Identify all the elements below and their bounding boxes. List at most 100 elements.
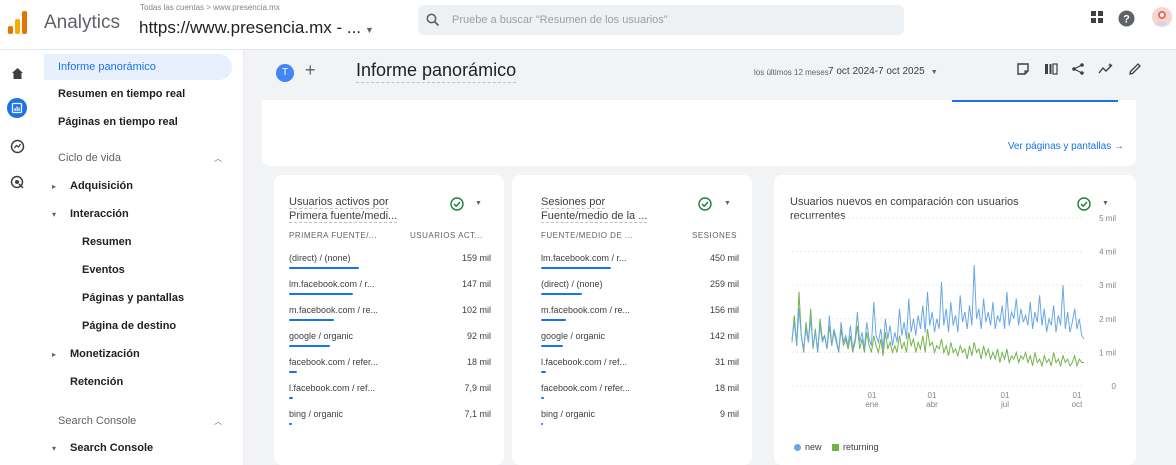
help-icon[interactable]: ? xyxy=(1118,10,1135,32)
table-row[interactable]: google / organic 142 mil xyxy=(541,331,739,357)
row-label: facebook.com / refer... xyxy=(289,357,379,367)
explore-icon[interactable] xyxy=(6,135,28,157)
table-row[interactable]: bing / organic 9 mil xyxy=(541,409,739,435)
reports-icon[interactable] xyxy=(6,97,28,119)
date-range-picker[interactable]: 7 oct 2024-7 oct 2025 ▼ xyxy=(828,66,938,77)
top-bar: Analytics Todas las cuentas > www.presen… xyxy=(0,0,1176,50)
row-share-bar xyxy=(289,423,292,425)
collapse-arrow-icon[interactable]: ▾ xyxy=(52,444,56,453)
row-value: 31 mil xyxy=(714,357,739,367)
analytics-logo-icon[interactable] xyxy=(8,10,30,34)
sidebar-item-resumen[interactable]: Resumen xyxy=(82,236,132,248)
column-header[interactable]: PRIMERA FUENTE/... xyxy=(289,231,377,240)
card-active-users: Usuarios activos por Primera fuente/medi… xyxy=(274,175,504,465)
apps-grid-icon[interactable] xyxy=(1090,10,1104,29)
column-header[interactable]: SESIONES xyxy=(692,231,737,240)
sidebar: Informe panorámico Resumen en tiempo rea… xyxy=(36,50,244,465)
row-label: facebook.com / refer... xyxy=(541,383,631,393)
row-label: bing / organic xyxy=(289,409,344,419)
sidebar-item-monetizacion[interactable]: Monetización xyxy=(70,348,140,360)
row-value: 7,1 mil xyxy=(464,409,491,419)
table-row[interactable]: (direct) / (none) 159 mil xyxy=(289,253,491,279)
sidebar-item-pagina-de-destino[interactable]: Página de destino xyxy=(82,320,176,332)
table-row[interactable]: l.facebook.com / ref... 31 mil xyxy=(541,357,739,383)
main-content: T + Informe panorámico los últimos 12 me… xyxy=(244,50,1176,465)
sidebar-item-informe-panoramico[interactable]: Informe panorámico xyxy=(44,54,232,80)
chevron-down-icon[interactable]: ▼ xyxy=(724,200,731,207)
expand-arrow-icon[interactable]: ▸ xyxy=(52,182,56,191)
table-row[interactable]: bing / organic 7,1 mil xyxy=(289,409,491,435)
legend-new-label: new xyxy=(805,442,822,452)
row-label: lm.facebook.com / r... xyxy=(541,253,627,263)
sidebar-item-resumen-tiempo-real[interactable]: Resumen en tiempo real xyxy=(58,88,185,100)
customize-report-icon[interactable] xyxy=(1016,62,1030,81)
chevron-down-icon[interactable]: ▼ xyxy=(1102,200,1109,207)
sidebar-item-adquisicion[interactable]: Adquisición xyxy=(70,180,133,192)
card-title[interactable]: Usuarios activos por Primera fuente/medi… xyxy=(289,195,398,223)
table-row[interactable]: m.facebook.com / re... 156 mil xyxy=(541,305,739,331)
sidebar-item-retencion[interactable]: Retención xyxy=(70,376,123,388)
sidebar-item-interaccion[interactable]: Interacción xyxy=(70,208,129,220)
edit-pencil-icon[interactable] xyxy=(1128,62,1142,81)
table-row[interactable]: facebook.com / refer... 18 mil xyxy=(289,357,491,383)
chevron-down-icon: ▼ xyxy=(365,25,374,35)
row-label: l.facebook.com / ref... xyxy=(289,383,376,393)
row-label: google / organic xyxy=(289,331,354,341)
expand-arrow-icon[interactable]: ▸ xyxy=(52,350,56,359)
check-circle-icon[interactable] xyxy=(698,197,712,216)
app-title: Analytics xyxy=(44,12,121,33)
card-title[interactable]: Sesiones por Fuente/medio de la ... xyxy=(541,195,648,223)
check-circle-icon[interactable] xyxy=(450,197,464,216)
sidebar-item-paginas-tiempo-real[interactable]: Páginas en tiempo real xyxy=(58,116,178,128)
sidebar-section-search-console[interactable]: Search Console xyxy=(58,415,136,427)
advertising-icon[interactable] xyxy=(6,171,28,193)
date-range-value: 7 oct 2024-7 oct 2025 xyxy=(828,66,925,77)
chevron-up-icon[interactable]: ︿ xyxy=(214,416,222,427)
row-share-bar xyxy=(541,371,546,373)
left-rail xyxy=(0,50,36,465)
home-icon[interactable] xyxy=(6,62,28,84)
property-selector[interactable]: https://www.presencia.mx - ... ▼ xyxy=(139,18,374,38)
row-value: 142 mil xyxy=(709,331,739,341)
table-row[interactable]: facebook.com / refer... 18 mil xyxy=(541,383,739,409)
share-icon[interactable] xyxy=(1071,62,1085,81)
row-label: l.facebook.com / ref... xyxy=(541,357,628,367)
row-value: 102 mil xyxy=(461,305,491,315)
comparison-avatar[interactable]: T xyxy=(276,64,294,82)
row-label: m.facebook.com / re... xyxy=(289,305,379,315)
add-comparison-icon[interactable]: + xyxy=(305,60,316,81)
row-label: (direct) / (none) xyxy=(289,253,351,263)
chevron-up-icon[interactable]: ︿ xyxy=(214,153,222,164)
sidebar-item-search-console[interactable]: Search Console xyxy=(70,442,153,454)
line-chart[interactable]: 01 mil2 mil3 mil4 mil5 mil01ene01abr01ju… xyxy=(774,210,1136,442)
card-new-vs-returning: Usuarios nuevos en comparación con usuar… xyxy=(774,175,1136,465)
row-value: 7,9 mil xyxy=(464,383,491,393)
account-avatar-icon[interactable] xyxy=(1151,6,1173,33)
insights-icon[interactable] xyxy=(1098,62,1114,81)
table-row[interactable]: lm.facebook.com / r... 147 mil xyxy=(289,279,491,305)
scroll-indicator xyxy=(952,100,1118,102)
y-tick-label: 4 mil xyxy=(1099,248,1116,257)
column-header[interactable]: USUARIOS ACT... xyxy=(410,231,483,240)
table-row[interactable]: lm.facebook.com / r... 450 mil xyxy=(541,253,739,279)
row-label: m.facebook.com / re... xyxy=(541,305,631,315)
y-tick-label: 5 mil xyxy=(1099,214,1116,223)
row-share-bar xyxy=(541,423,543,425)
search-input[interactable] xyxy=(452,5,892,35)
view-pages-link[interactable]: Ver páginas y pantallas → xyxy=(1008,141,1124,152)
table-row[interactable]: l.facebook.com / ref... 7,9 mil xyxy=(289,383,491,409)
table-row[interactable]: m.facebook.com / re... 102 mil xyxy=(289,305,491,331)
column-header[interactable]: FUENTE/MEDIO DE ... xyxy=(541,231,633,240)
table-row[interactable]: (direct) / (none) 259 mil xyxy=(541,279,739,305)
sidebar-item-eventos[interactable]: Eventos xyxy=(82,264,125,276)
breadcrumb[interactable]: Todas las cuentas > www.presencia.mx xyxy=(140,3,280,12)
sidebar-section-ciclo-de-vida[interactable]: Ciclo de vida xyxy=(58,152,121,164)
chevron-down-icon[interactable]: ▼ xyxy=(475,200,482,207)
compare-columns-icon[interactable] xyxy=(1044,62,1058,81)
row-share-bar xyxy=(541,319,566,321)
sidebar-item-paginas-y-pantallas[interactable]: Páginas y pantallas xyxy=(82,292,184,304)
summary-panel: Ver páginas y pantallas → xyxy=(262,100,1136,166)
collapse-arrow-icon[interactable]: ▾ xyxy=(52,210,56,219)
search-box[interactable] xyxy=(418,5,904,35)
table-row[interactable]: google / organic 92 mil xyxy=(289,331,491,357)
